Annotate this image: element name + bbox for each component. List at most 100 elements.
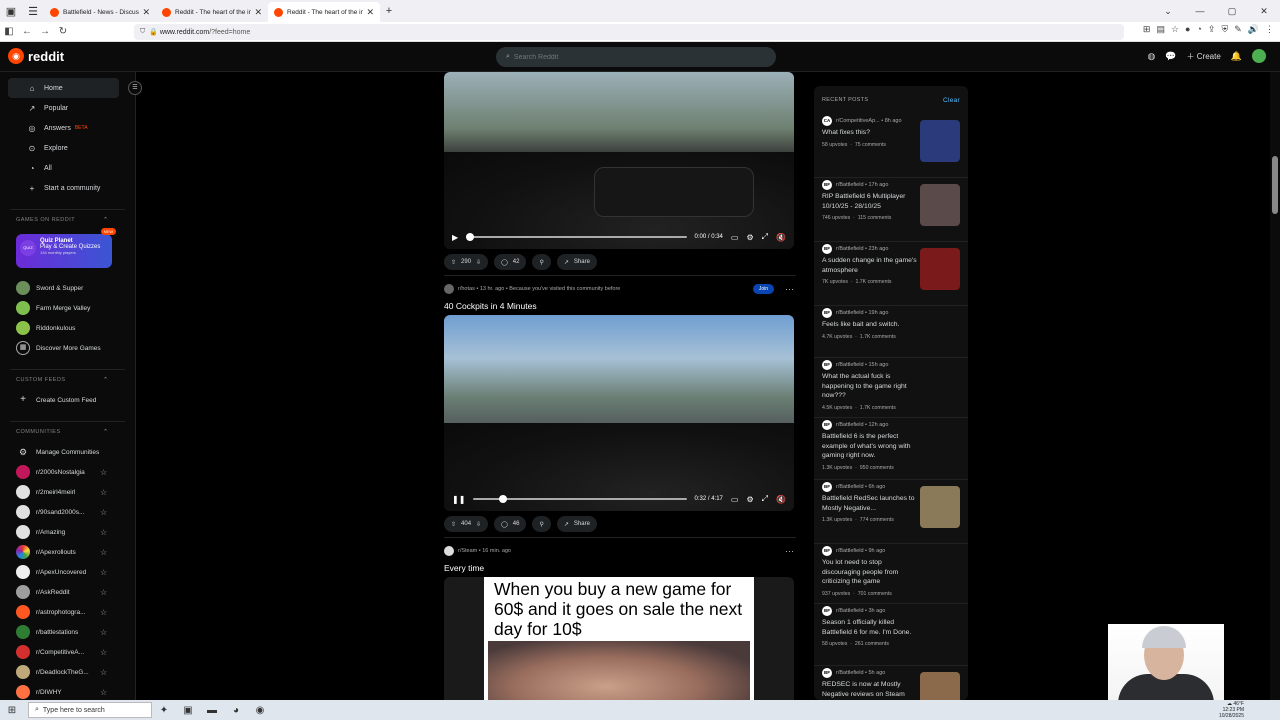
sidebar-item-popular[interactable]: ↗ Popular <box>8 98 135 118</box>
community-item[interactable]: r/battlestations ☆ <box>0 622 135 642</box>
translate-icon[interactable]: ⊞ <box>1143 24 1151 35</box>
star-icon[interactable]: ☆ <box>100 568 107 577</box>
star-icon[interactable]: ☆ <box>100 608 107 617</box>
back-icon[interactable]: ← <box>18 26 36 37</box>
settings-gear-icon[interactable]: ⚙ <box>746 233 753 242</box>
star-icon[interactable]: ☆ <box>100 488 107 497</box>
pause-icon[interactable]: ❚❚ <box>452 495 465 504</box>
comments-button[interactable]: ◯ 42 <box>494 254 527 270</box>
windows-start-icon[interactable]: ⊞ <box>0 705 24 716</box>
sidebar-icon[interactable]: ◧ <box>0 26 18 37</box>
community-item[interactable]: r/2000sNostalgia ☆ <box>0 462 135 482</box>
play-icon[interactable]: ▶ <box>452 233 458 242</box>
close-icon[interactable]: ✕ <box>366 7 374 18</box>
recent-post-title[interactable]: Battlefield 6 is the perfect example of … <box>822 432 918 461</box>
notifications-bell-icon[interactable]: 🔔 <box>1231 51 1242 62</box>
url-bar[interactable]: ⛉ 🔒 www.reddit.com/?feed=home <box>134 24 1124 40</box>
post-image[interactable]: When you buy a new game for 60$ and it g… <box>444 577 794 700</box>
video-player[interactable]: ▶ 0:00 / 0:34 ▭ ⚙ ⤢ 🔇 <box>444 72 794 249</box>
scrollbar-thumb[interactable] <box>1272 156 1278 214</box>
community-item[interactable]: r/90sand2000s... ☆ <box>0 502 135 522</box>
recent-post-title[interactable]: Feels like bait and switch. <box>822 320 918 330</box>
scrubber-handle[interactable] <box>498 495 507 503</box>
recent-post-title[interactable]: REDSEC is now at Mostly Negative reviews… <box>822 680 918 699</box>
star-icon[interactable]: ☆ <box>100 628 107 637</box>
award-button[interactable]: ⚲ <box>532 516 551 532</box>
reload-icon[interactable]: ↻ <box>54 26 72 37</box>
recent-post-item[interactable]: BF r/Battlefield • 3h ago Season 1 officia… <box>814 604 968 666</box>
forward-icon[interactable]: → <box>36 26 54 37</box>
community-item[interactable]: r/Amazing ☆ <box>0 522 135 542</box>
file-explorer-icon[interactable]: ▬ <box>200 705 224 716</box>
close-icon[interactable]: ✕ <box>142 7 150 18</box>
comments-button[interactable]: ◯ 46 <box>494 516 527 532</box>
create-custom-feed[interactable]: + Create Custom Feed <box>0 390 135 410</box>
subreddit-link[interactable]: r/Steam <box>458 548 477 554</box>
browser-tab-1[interactable]: Battlefield - News - Discussion✕ <box>44 2 156 22</box>
star-icon[interactable]: ☆ <box>100 548 107 557</box>
user-avatar[interactable] <box>1252 49 1266 63</box>
star-icon[interactable]: ☆ <box>100 588 107 597</box>
downvote-icon[interactable]: ⇩ <box>476 259 481 266</box>
quiz-planet-card[interactable]: QUIZ NEW Quiz Planet Play & Create Quizz… <box>16 228 116 268</box>
video-progress-bar[interactable] <box>466 233 687 241</box>
game-item[interactable]: Sword & Supper <box>0 278 135 298</box>
search-bar[interactable]: ⌕ <box>496 47 776 67</box>
recent-post-item[interactable]: BF r/Battlefield • 5h ago REDSEC is now at… <box>814 666 968 700</box>
community-item[interactable]: r/DIWHY ☆ <box>0 682 135 700</box>
post-title[interactable]: 40 Cockpits in 4 Minutes <box>444 297 796 315</box>
downvote-icon[interactable]: ⇩ <box>476 521 481 528</box>
more-options-icon[interactable]: ··· <box>785 284 794 294</box>
recent-post-title[interactable]: What the actual fuck is happening to the… <box>822 372 918 401</box>
pocket-icon[interactable]: ◔ <box>1196 24 1201 35</box>
community-item[interactable]: r/Apexrollouts ☆ <box>0 542 135 562</box>
clear-button[interactable]: Clear <box>943 97 960 104</box>
fullscreen-icon[interactable]: ⤢ <box>762 494 768 504</box>
recent-post-title[interactable]: You lot need to stop discouraging people… <box>822 558 918 587</box>
maximize-icon[interactable]: ▢ <box>1216 0 1248 22</box>
recent-post-item[interactable]: BF r/Battlefield • 9h ago You lot need to … <box>814 544 968 604</box>
mute-icon[interactable]: 🔇 <box>776 233 786 242</box>
share-button[interactable]: ↗ Share <box>556 516 597 532</box>
recent-post-item[interactable]: CA r/CompetitiveAp... • 8h ago What fixes … <box>814 114 968 178</box>
firefox-icon[interactable]: ◕ <box>224 705 248 716</box>
recent-post-title[interactable]: Season 1 officially killed Battlefield 6… <box>822 618 918 637</box>
manage-communities[interactable]: ⚙ Manage Communities <box>0 442 135 462</box>
new-tab-button[interactable]: + <box>380 5 398 17</box>
settings-gear-icon[interactable]: ⚙ <box>746 495 753 504</box>
minimize-icon[interactable]: — <box>1184 0 1216 22</box>
community-item[interactable]: r/ApexUncovered ☆ <box>0 562 135 582</box>
menu-icon[interactable]: ⋮ <box>1265 24 1274 35</box>
close-window-icon[interactable]: ✕ <box>1248 0 1280 22</box>
sidebar-item-start-community[interactable]: + Start a community <box>8 178 135 198</box>
game-item[interactable]: Farm Merge Valley <box>0 298 135 318</box>
chrome-icon[interactable]: ◉ <box>248 705 272 716</box>
close-icon[interactable]: ✕ <box>254 7 262 18</box>
sidebar-item-home[interactable]: ⌂ Home <box>8 78 119 98</box>
upvote-icon[interactable]: ⇧ <box>451 259 456 266</box>
taskbar-search[interactable]: ⌕ Type here to search <box>28 702 152 718</box>
captions-icon[interactable]: ▭ <box>731 495 739 504</box>
fullscreen-icon[interactable]: ⤢ <box>762 232 768 242</box>
star-icon[interactable]: ☆ <box>100 668 107 677</box>
award-button[interactable]: ⚲ <box>532 254 551 270</box>
recent-post-title[interactable]: A sudden change in the game's atmosphere <box>822 256 918 275</box>
join-button[interactable]: Join <box>752 284 774 294</box>
recent-post-thumbnail[interactable] <box>920 120 960 162</box>
recent-post-title[interactable]: Battlefield RedSec launches to Mostly Ne… <box>822 494 918 513</box>
video-player[interactable]: ❚❚ 0:32 / 4:17 ▭ ⚙ ⤢ 🔇 <box>444 315 794 511</box>
bookmark-star-icon[interactable]: ☆ <box>1171 24 1179 35</box>
collapse-sidebar-button[interactable]: ☰ <box>128 81 142 95</box>
create-button[interactable]: ＋ Create <box>1187 51 1221 62</box>
recent-post-item[interactable]: BF r/Battlefield • 23h ago A sudden change… <box>814 242 968 306</box>
community-item[interactable]: r/CompetitiveA... ☆ <box>0 642 135 662</box>
chevron-down-icon[interactable]: ⌄ <box>1152 0 1184 22</box>
discover-games-item[interactable]: ▦ Discover More Games <box>0 338 135 358</box>
recent-post-item[interactable]: BF r/Battlefield • 12h ago Battlefield 6 i… <box>814 418 968 480</box>
post-title[interactable]: Every time <box>444 559 796 577</box>
more-options-icon[interactable]: ··· <box>785 546 794 556</box>
communities-header[interactable]: COMMUNITIES ⌃ <box>0 422 135 442</box>
subreddit-link[interactable]: r/hotas <box>458 286 475 292</box>
sidebar-toggle-icon[interactable]: ▣ <box>0 0 22 22</box>
extensions-icon[interactable]: ✎ <box>1234 24 1242 35</box>
